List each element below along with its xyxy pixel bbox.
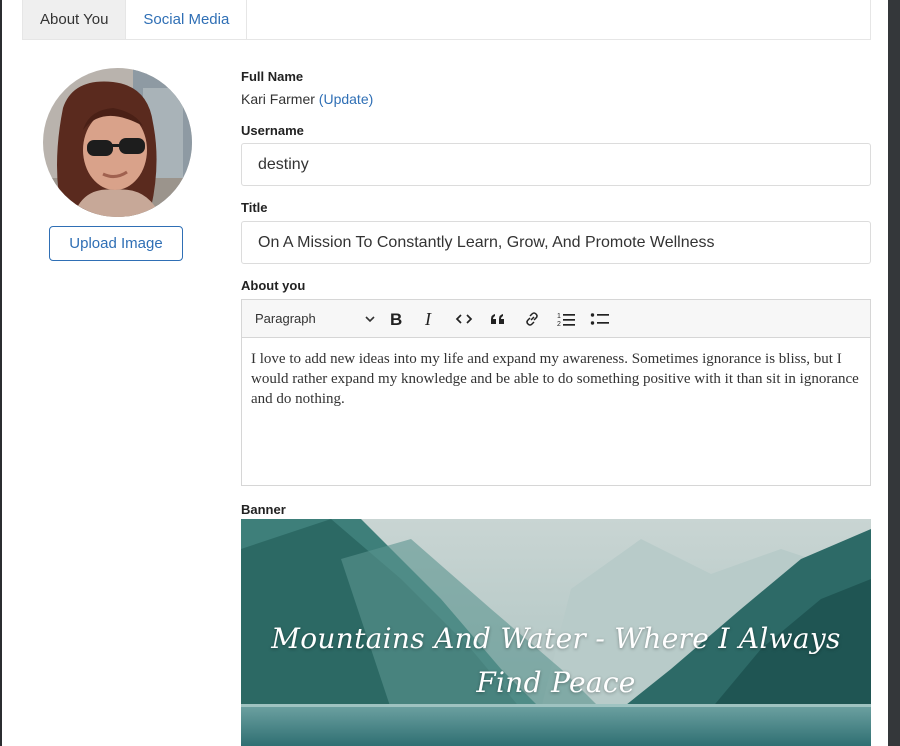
editor-toolbar: Paragraph B I 12 (241, 299, 871, 338)
about-label: About you (241, 278, 306, 293)
italic-icon[interactable]: I (413, 304, 447, 334)
svg-text:1: 1 (557, 313, 561, 320)
code-icon[interactable] (447, 304, 481, 334)
link-icon[interactable] (515, 304, 549, 334)
banner-image[interactable]: Mountains And Water - Where I Always Fin… (241, 519, 871, 746)
banner-caption: Mountains And Water - Where I Always Fin… (271, 622, 841, 699)
username-label: Username (241, 123, 304, 138)
numbered-list-icon[interactable]: 12 (549, 304, 583, 334)
title-label: Title (241, 200, 268, 215)
banner-label: Banner (241, 502, 286, 517)
update-name-link[interactable]: (Update) (319, 91, 373, 107)
svg-text:2: 2 (557, 321, 561, 327)
upload-image-button[interactable]: Upload Image (49, 226, 183, 261)
quote-icon[interactable] (481, 304, 515, 334)
about-editor[interactable]: I love to add new ideas into my life and… (241, 338, 871, 486)
block-format-value: Paragraph (255, 311, 316, 326)
svg-text:B: B (390, 311, 402, 327)
full-name-label: Full Name (241, 69, 304, 84)
tab-social-media[interactable]: Social Media (126, 0, 248, 39)
block-format-select[interactable]: Paragraph (255, 311, 375, 326)
bulleted-list-icon[interactable] (583, 304, 617, 334)
svg-text:I: I (424, 311, 432, 327)
username-field[interactable]: destiny (241, 143, 871, 186)
chevron-down-icon (365, 311, 375, 326)
backdrop-right (888, 0, 900, 746)
avatar (43, 68, 192, 217)
tab-bar: About You Social Media (22, 0, 871, 40)
profile-editor-panel: About You Social Media Upload Image Full… (2, 0, 888, 746)
tab-about-you[interactable]: About You (23, 0, 127, 39)
full-name-value: Kari Farmer (241, 91, 315, 107)
bold-icon[interactable]: B (379, 304, 413, 334)
avatar-photo (43, 68, 192, 217)
full-name-line: Kari Farmer (Update) (241, 91, 373, 107)
title-field[interactable]: On A Mission To Constantly Learn, Grow, … (241, 221, 871, 264)
